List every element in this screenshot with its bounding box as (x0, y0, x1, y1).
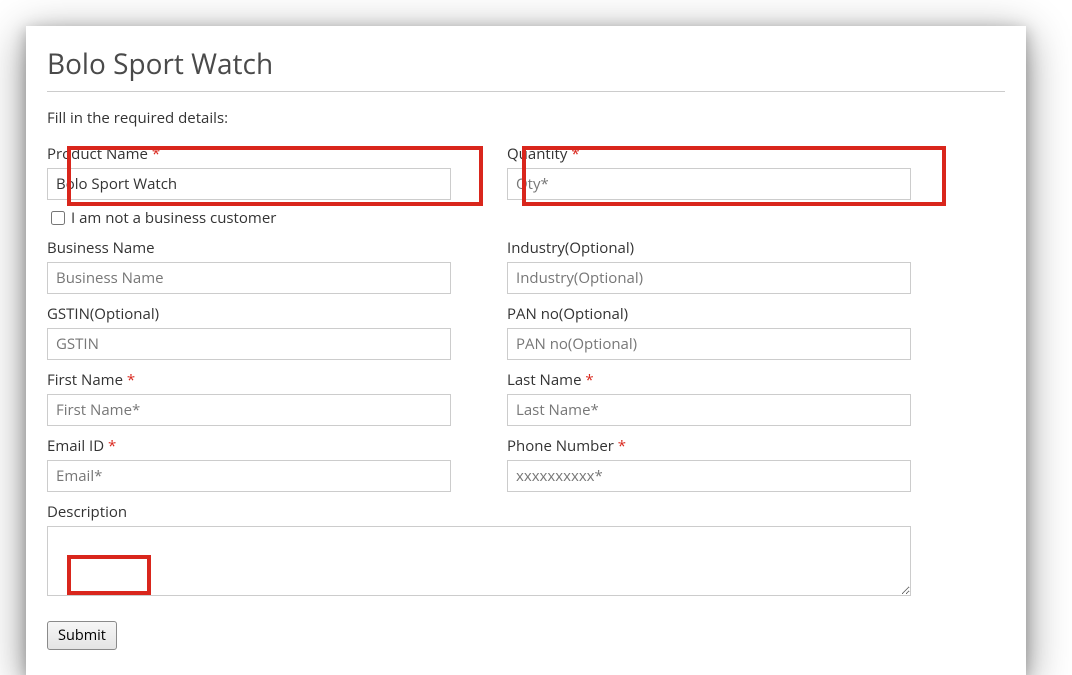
label-not-business: I am not a business customer (71, 208, 276, 228)
label-product-name-text: Product Name (47, 144, 148, 164)
required-asterisk: * (618, 436, 626, 456)
email-input[interactable] (47, 460, 451, 492)
field-industry: Industry(Optional) (507, 238, 911, 294)
title-divider (47, 91, 1005, 92)
phone-input[interactable] (507, 460, 911, 492)
quantity-input[interactable] (507, 168, 911, 200)
label-first-name: First Name * (47, 370, 451, 390)
label-business-name: Business Name (47, 238, 451, 258)
field-description: Description (47, 502, 911, 601)
label-description: Description (47, 502, 911, 522)
required-asterisk: * (108, 436, 116, 456)
form-grid: Product Name * Quantity * I am not a bus… (47, 144, 1005, 611)
form-card: Bolo Sport Watch Fill in the required de… (26, 26, 1026, 675)
field-last-name: Last Name * (507, 370, 911, 426)
label-gstin: GSTIN(Optional) (47, 304, 451, 324)
label-industry: Industry(Optional) (507, 238, 911, 258)
product-name-input[interactable] (47, 168, 451, 200)
label-quantity: Quantity * (507, 144, 911, 164)
label-last-name: Last Name * (507, 370, 911, 390)
submit-row: Submit (47, 621, 1005, 650)
description-textarea[interactable] (47, 526, 911, 596)
field-product-name: Product Name * (47, 144, 451, 200)
label-phone-text: Phone Number (507, 436, 614, 456)
industry-input[interactable] (507, 262, 911, 294)
label-first-name-text: First Name (47, 370, 123, 390)
submit-button[interactable]: Submit (47, 621, 117, 650)
field-phone: Phone Number * (507, 436, 911, 492)
label-last-name-text: Last Name (507, 370, 582, 390)
required-asterisk: * (152, 144, 160, 164)
business-name-input[interactable] (47, 262, 451, 294)
not-business-checkbox[interactable] (51, 211, 65, 225)
field-first-name: First Name * (47, 370, 451, 426)
required-asterisk: * (571, 144, 579, 164)
required-asterisk: * (127, 370, 135, 390)
label-phone: Phone Number * (507, 436, 911, 456)
intro-text: Fill in the required details: (47, 108, 1005, 128)
label-product-name: Product Name * (47, 144, 451, 164)
field-business-name: Business Name (47, 238, 451, 294)
field-not-business: I am not a business customer (47, 206, 451, 230)
pan-input[interactable] (507, 328, 911, 360)
page-title: Bolo Sport Watch (47, 45, 1005, 83)
gstin-input[interactable] (47, 328, 451, 360)
label-pan: PAN no(Optional) (507, 304, 911, 324)
field-quantity: Quantity * (507, 144, 911, 200)
field-email: Email ID * (47, 436, 451, 492)
required-asterisk: * (585, 370, 593, 390)
label-email-text: Email ID (47, 436, 104, 456)
label-email: Email ID * (47, 436, 451, 456)
field-pan: PAN no(Optional) (507, 304, 911, 360)
first-name-input[interactable] (47, 394, 451, 426)
field-gstin: GSTIN(Optional) (47, 304, 451, 360)
label-quantity-text: Quantity (507, 144, 567, 164)
last-name-input[interactable] (507, 394, 911, 426)
